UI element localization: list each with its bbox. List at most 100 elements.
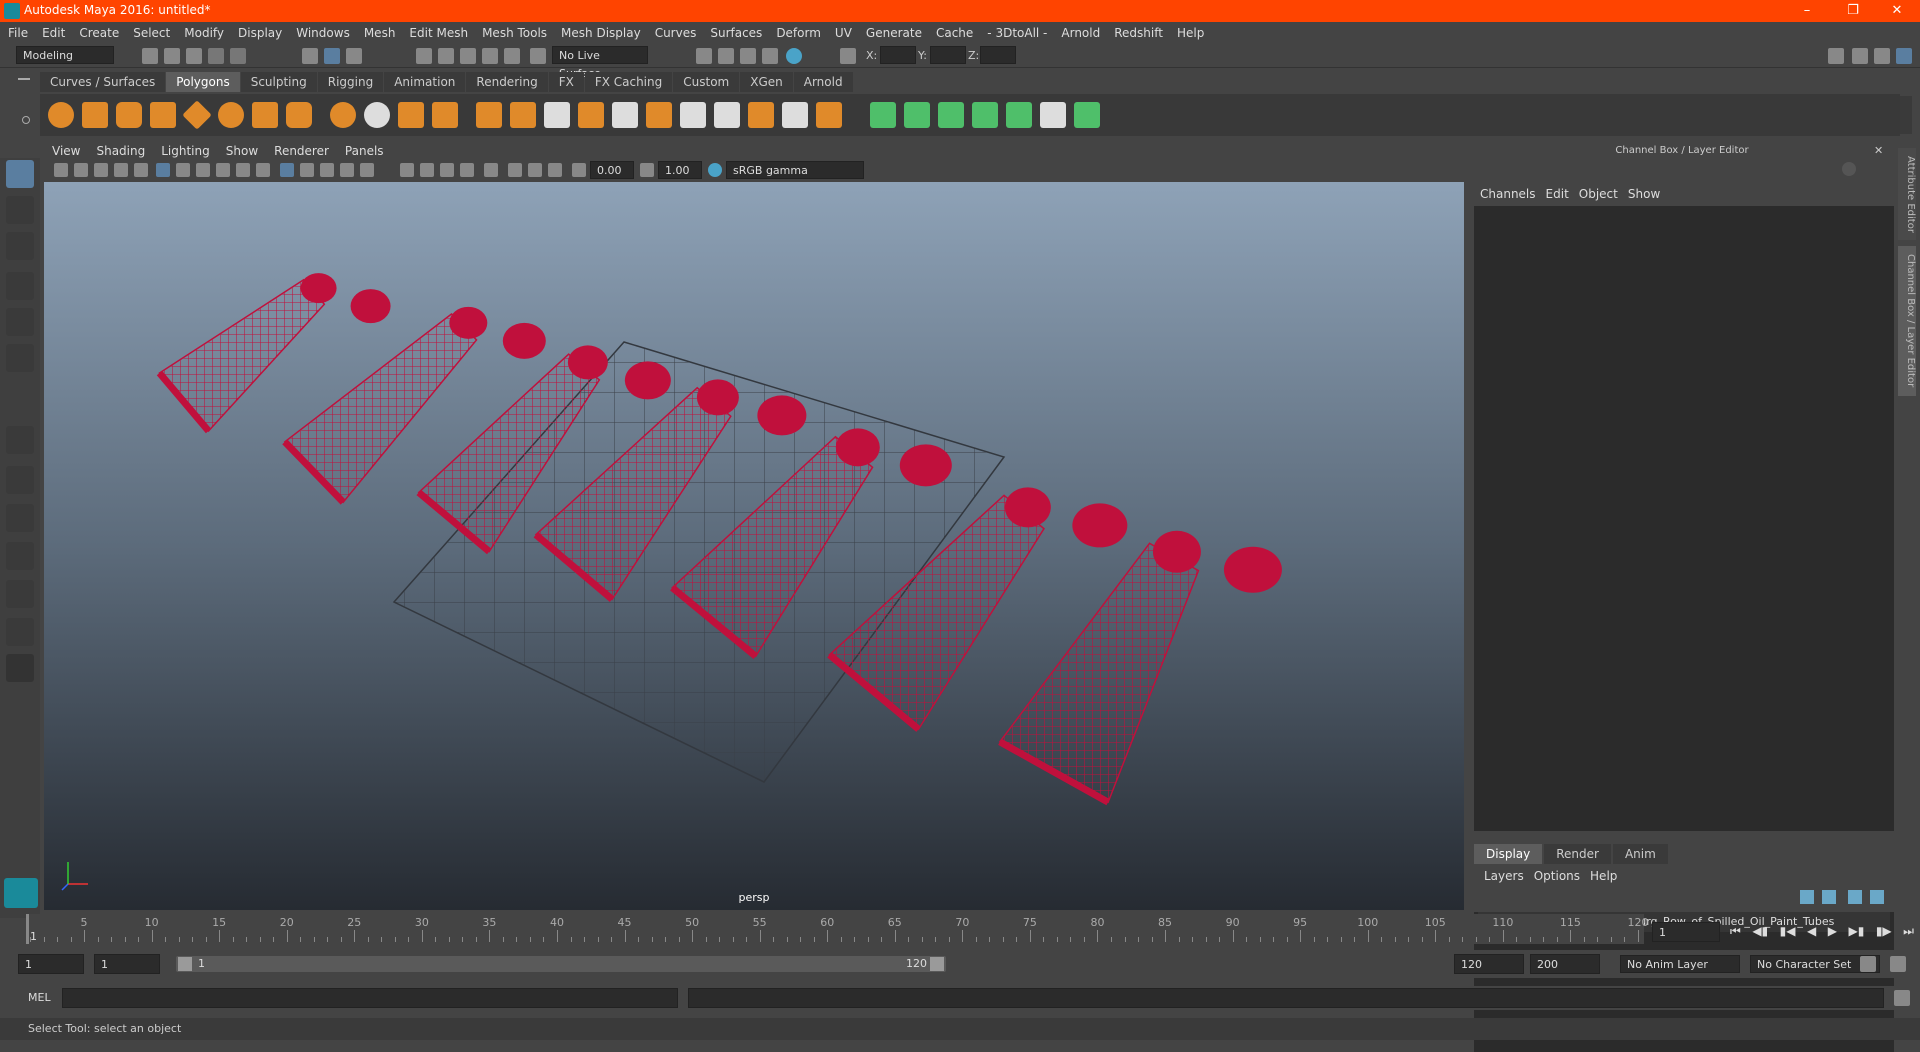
close-button[interactable]: ✕ [1874,0,1920,22]
shelf-tab-curves-surfaces[interactable]: Curves / Surfaces [40,72,166,92]
four-view-layout-icon[interactable] [6,466,34,494]
modeling-toolkit-icon[interactable] [1828,48,1844,64]
insert-edge-loop-icon[interactable] [680,102,706,128]
view-transform-dropdown[interactable]: sRGB gamma [726,161,864,179]
resolution-gate-icon[interactable] [196,163,210,177]
go-to-start-icon[interactable]: ⏮ [1730,924,1741,942]
cylindrical-map-icon[interactable] [904,102,930,128]
poly-plane-icon[interactable] [182,100,212,130]
channel-box-side-tab[interactable]: Channel Box / Layer Editor [1898,246,1916,396]
menu-select[interactable]: Select [133,26,170,40]
poly-pyramid-icon[interactable] [252,102,278,128]
perspective-viewport[interactable]: persp [44,182,1464,910]
checker-map-icon[interactable] [1040,102,1066,128]
two-d-pan-zoom-icon[interactable] [134,163,148,177]
layers-menu[interactable]: Layers [1484,869,1524,883]
menu-modify[interactable]: Modify [184,26,224,40]
color-management-icon[interactable] [708,163,722,177]
xray-active-components-icon[interactable] [528,163,542,177]
two-pane-stacked-layout-icon[interactable] [6,580,34,608]
shelf-tab-fx[interactable]: FX [548,72,584,92]
shelf-tab-polygons[interactable]: Polygons [166,72,240,92]
scale-tool-icon[interactable] [6,344,34,372]
shelf-menu-icon[interactable] [18,78,30,80]
extract-icon[interactable] [398,102,424,128]
menu-mesh[interactable]: Mesh [364,26,396,40]
grid-toggle-icon[interactable] [156,163,170,177]
lasso-tool-icon[interactable] [6,196,34,224]
current-time-indicator[interactable] [26,914,29,944]
smooth-shade-icon[interactable] [300,163,314,177]
range-end-handle[interactable] [930,957,944,971]
menu-3dtoall[interactable]: - 3DtoAll - [987,26,1047,40]
menu-edit[interactable]: Edit [42,26,65,40]
options-menu[interactable]: Options [1534,869,1580,883]
start-time-input[interactable]: 1 [18,954,84,974]
menu-help[interactable]: Help [1177,26,1204,40]
viewport-menu-show[interactable]: Show [226,144,258,158]
shelf-tab-arnold[interactable]: Arnold [793,72,853,92]
restore-button[interactable]: ❐ [1830,0,1876,22]
menu-surfaces[interactable]: Surfaces [710,26,762,40]
viewport-menu-shading[interactable]: Shading [96,144,145,158]
shelf-tab-xgen[interactable]: XGen [740,72,793,92]
camera-attributes-icon[interactable] [74,163,88,177]
menu-curves[interactable]: Curves [655,26,697,40]
channel-edit-menu[interactable]: Edit [1546,187,1569,201]
playback-start-input[interactable]: 1 [94,954,160,974]
step-back-icon[interactable]: ◀▮ [1752,924,1768,942]
two-pane-side-layout-icon[interactable] [6,504,34,532]
multi-cut-icon[interactable] [544,102,570,128]
select-object-icon[interactable] [324,48,340,64]
mel-label[interactable]: MEL [28,991,51,1004]
minimize-button[interactable]: – [1784,0,1830,22]
command-input[interactable] [62,988,678,1008]
single-perspective-layout-icon[interactable] [6,426,34,454]
range-bar[interactable]: 1 120 [176,956,946,972]
mode-selector[interactable]: Modeling [16,46,114,64]
render-settings-icon[interactable] [762,48,778,64]
shelf-tab-fx-caching[interactable]: FX Caching [584,72,673,92]
poly-sphere-icon[interactable] [48,102,74,128]
shelf-tab-sculpting[interactable]: Sculpting [240,72,317,92]
planar-map-icon[interactable] [870,102,896,128]
ipr-render-icon[interactable] [740,48,756,64]
film-gate-icon[interactable] [176,163,190,177]
image-plane-icon[interactable] [114,163,128,177]
new-scene-icon[interactable] [142,48,158,64]
channel-box-area[interactable] [1474,206,1894,831]
bridge-icon[interactable] [612,102,638,128]
go-to-end-icon[interactable]: ⏭ [1903,924,1914,942]
select-component-icon[interactable] [346,48,362,64]
end-time-input[interactable]: 200 [1530,954,1600,974]
anim-layer-dropdown[interactable]: No Anim Layer [1620,955,1740,973]
anti-aliasing-icon[interactable] [460,163,474,177]
current-frame-input[interactable]: 1 [1652,922,1720,942]
z-input[interactable] [980,46,1016,64]
boolean-icon[interactable] [476,102,502,128]
new-layer-icon[interactable] [1848,890,1862,904]
camera-select-icon[interactable] [54,163,68,177]
uv-snapshot-icon[interactable] [1074,102,1100,128]
custom-layout-icon[interactable] [6,654,34,682]
hypershade-layout-icon[interactable] [6,618,34,646]
snap-curve-icon[interactable] [438,48,454,64]
snap-grid-icon[interactable] [416,48,432,64]
shelf-tab-rendering[interactable]: Rendering [466,72,548,92]
move-layer-up-icon[interactable] [1800,890,1814,904]
snap-point-icon[interactable] [460,48,476,64]
snap-view-icon[interactable] [482,48,498,64]
automatic-map-icon[interactable] [972,102,998,128]
extrude-icon[interactable] [578,102,604,128]
viewport-menu-view[interactable]: View [52,144,80,158]
x-input[interactable] [880,46,916,64]
attribute-editor-toggle-icon[interactable] [1852,48,1868,64]
combine-icon[interactable] [330,102,356,128]
layer-help-menu[interactable]: Help [1590,869,1617,883]
tab-render[interactable]: Render [1544,844,1611,864]
shadows-icon[interactable] [400,163,414,177]
smooth-icon[interactable] [432,102,458,128]
poly-cone-icon[interactable] [150,102,176,128]
menu-mesh-tools[interactable]: Mesh Tools [482,26,547,40]
transform-constraint-icon[interactable] [840,48,856,64]
